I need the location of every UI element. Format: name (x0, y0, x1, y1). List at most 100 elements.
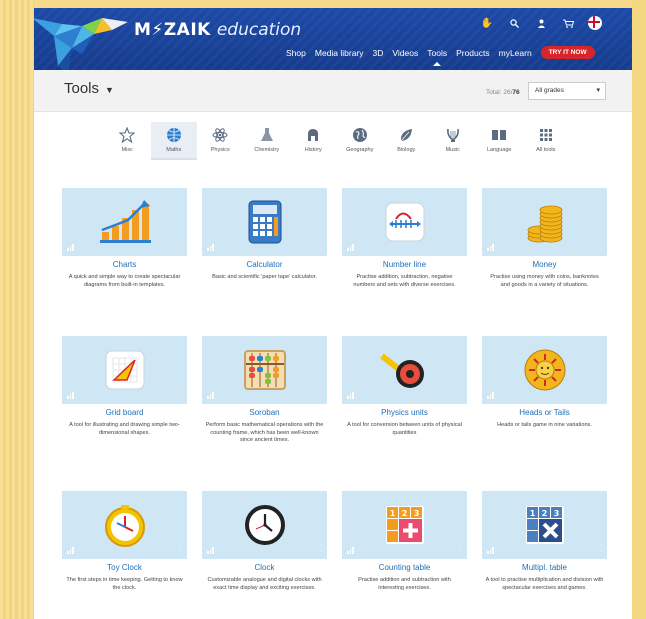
grade-select[interactable]: All grades (528, 82, 606, 100)
tool-thumbnail[interactable]: · · (202, 188, 327, 256)
category-physics[interactable]: Physics (197, 122, 244, 160)
category-maths[interactable]: Maths (150, 122, 197, 160)
category-label: Physics (210, 147, 230, 153)
tool-card-counting-table[interactable]: 1 2 3 · · Counting table Practise additio… (342, 491, 467, 592)
counting-digit: 3 (413, 509, 419, 518)
cart-icon[interactable] (561, 16, 575, 30)
tools-dropdown[interactable]: Tools ▼ (64, 80, 114, 97)
total-label: Total: (486, 89, 502, 96)
counting-digit: 1 (389, 509, 395, 518)
tool-thumbnail[interactable]: · · (342, 188, 467, 256)
tool-title[interactable]: Counting table (342, 563, 467, 572)
category-label: Language (487, 147, 512, 153)
tool-title[interactable]: Money (482, 260, 607, 269)
tool-card-toy-clock[interactable]: · · Toy Clock The first steps in time kee… (62, 491, 187, 592)
category-geography[interactable]: Geography (337, 122, 384, 160)
tool-description: A tool to practise multiplication and di… (485, 577, 604, 591)
category-chemistry[interactable]: Chemistry (244, 122, 291, 160)
tool-card-charts[interactable]: · · Charts A quick and simple way to crea… (62, 188, 187, 289)
tool-thumbnail[interactable]: 1 2 3 · · (342, 491, 467, 559)
multiplication-digit: 1 (529, 509, 535, 518)
earth-icon (352, 126, 368, 143)
category-bar: Misc Maths Physics Chemistry History Geo… (104, 122, 569, 160)
category-all-tools[interactable]: All tools (523, 122, 570, 160)
tool-title[interactable]: Number line (342, 260, 467, 269)
nav-products[interactable]: Products (456, 48, 490, 58)
category-label: Maths (166, 147, 182, 153)
tool-description: Basic and scientific 'paper tape' calcul… (212, 274, 317, 280)
helmet-icon (305, 126, 321, 143)
caret-down-icon: ▼ (105, 85, 114, 95)
tool-card-physics-units[interactable]: · · Physics units A tool for conversion b… (342, 336, 467, 437)
hummingbird-logo-icon[interactable] (34, 8, 130, 74)
nav-shop[interactable]: Shop (286, 48, 306, 58)
logo-subtitle: education (216, 20, 302, 40)
tool-thumbnail[interactable]: · · (62, 188, 187, 256)
abacus-icon (243, 350, 286, 390)
tool-thumbnail[interactable]: · · (62, 336, 187, 404)
tool-card-money[interactable]: · · Money Practise using money with coins… (482, 188, 607, 289)
tool-title[interactable]: Physics units (342, 408, 467, 417)
calculator-icon (248, 200, 281, 244)
number-line-icon (385, 202, 424, 242)
tool-thumbnail[interactable]: 1 2 3 · · (482, 491, 607, 559)
tool-title[interactable]: Charts (62, 260, 187, 269)
lyre-icon (445, 126, 461, 143)
logo-word: M⚡ZAIK (134, 20, 211, 40)
nav-tools[interactable]: Tools (427, 48, 447, 66)
page-title: Tools (64, 80, 100, 97)
top-icons: ✋ (480, 16, 602, 30)
search-icon[interactable] (507, 16, 521, 30)
flask-icon (259, 126, 275, 143)
tool-title[interactable]: Clock (202, 563, 327, 572)
tool-card-calculator[interactable]: · · Calculator Basic and scientific 'pape… (202, 188, 327, 282)
total-all: 76 (512, 89, 520, 96)
category-language[interactable]: Language (476, 122, 523, 160)
category-label: Geography (346, 147, 374, 153)
category-music[interactable]: Music (430, 122, 477, 160)
tool-thumbnail[interactable]: · · (342, 336, 467, 404)
leaf-icon (398, 126, 414, 143)
tool-title[interactable]: Calculator (202, 260, 327, 269)
tool-thumbnail[interactable]: · · (202, 336, 327, 404)
tool-title[interactable]: Toy Clock (62, 563, 187, 572)
tool-card-clock[interactable]: · · Clock Customizable analogue and digit… (202, 491, 327, 592)
tool-thumbnail[interactable]: · · (202, 491, 327, 559)
background-stripes (0, 0, 34, 619)
hands-icon[interactable]: ✋ (480, 16, 494, 30)
category-misc[interactable]: Misc (104, 122, 151, 160)
user-icon[interactable] (534, 16, 548, 30)
page: M⚡ZAIK education ✋ Shop Media library 3D… (34, 8, 632, 619)
sun-coin-icon (524, 349, 565, 391)
brand-logo[interactable]: M⚡ZAIK education (134, 20, 301, 40)
nav-mylearn[interactable]: myLearn (499, 48, 532, 58)
total-current: 26 (503, 89, 511, 96)
nav-videos[interactable]: Videos (392, 48, 418, 58)
try-it-now-button[interactable]: TRY IT NOW (540, 46, 595, 59)
uk-flag-icon[interactable] (588, 16, 602, 30)
bar-chart-icon (99, 200, 151, 243)
grid-board-icon (105, 350, 144, 390)
category-biology[interactable]: Biology (383, 122, 430, 160)
tool-thumbnail[interactable]: · · (482, 188, 607, 256)
category-label: Biology (397, 147, 416, 153)
nav-media-library[interactable]: Media library (315, 48, 364, 58)
atom-icon (212, 126, 228, 143)
nav-3d[interactable]: 3D (373, 48, 384, 58)
multiplication-digit: 3 (553, 509, 559, 518)
tool-title[interactable]: Grid board (62, 408, 187, 417)
tool-description: The first steps in time keeping. Getting… (66, 577, 183, 591)
tool-description: A tool for illustrating and drawing simp… (69, 422, 180, 436)
tool-card-multiplication-table[interactable]: 1 2 3 · · Multipl. table A tool to practi… (482, 491, 607, 592)
tool-thumbnail[interactable]: · · (62, 491, 187, 559)
tool-title[interactable]: Multipl. table (482, 563, 607, 572)
tool-card-grid-board[interactable]: · · Grid board A tool for illustrating an… (62, 336, 187, 437)
tool-card-heads-or-tails[interactable]: · · Heads or Tails Heads or tails game in… (482, 336, 607, 430)
category-history[interactable]: History (290, 122, 337, 160)
tool-card-soroban[interactable]: · · Soroban Perform basic mathematical op… (202, 336, 327, 445)
tool-title[interactable]: Soroban (202, 408, 327, 417)
tool-thumbnail[interactable]: · · (482, 336, 607, 404)
tool-card-number-line[interactable]: · · Number line Practise addition, subtra… (342, 188, 467, 289)
tool-title[interactable]: Heads or Tails (482, 408, 607, 417)
counting-table-icon: 1 2 3 (385, 506, 424, 544)
